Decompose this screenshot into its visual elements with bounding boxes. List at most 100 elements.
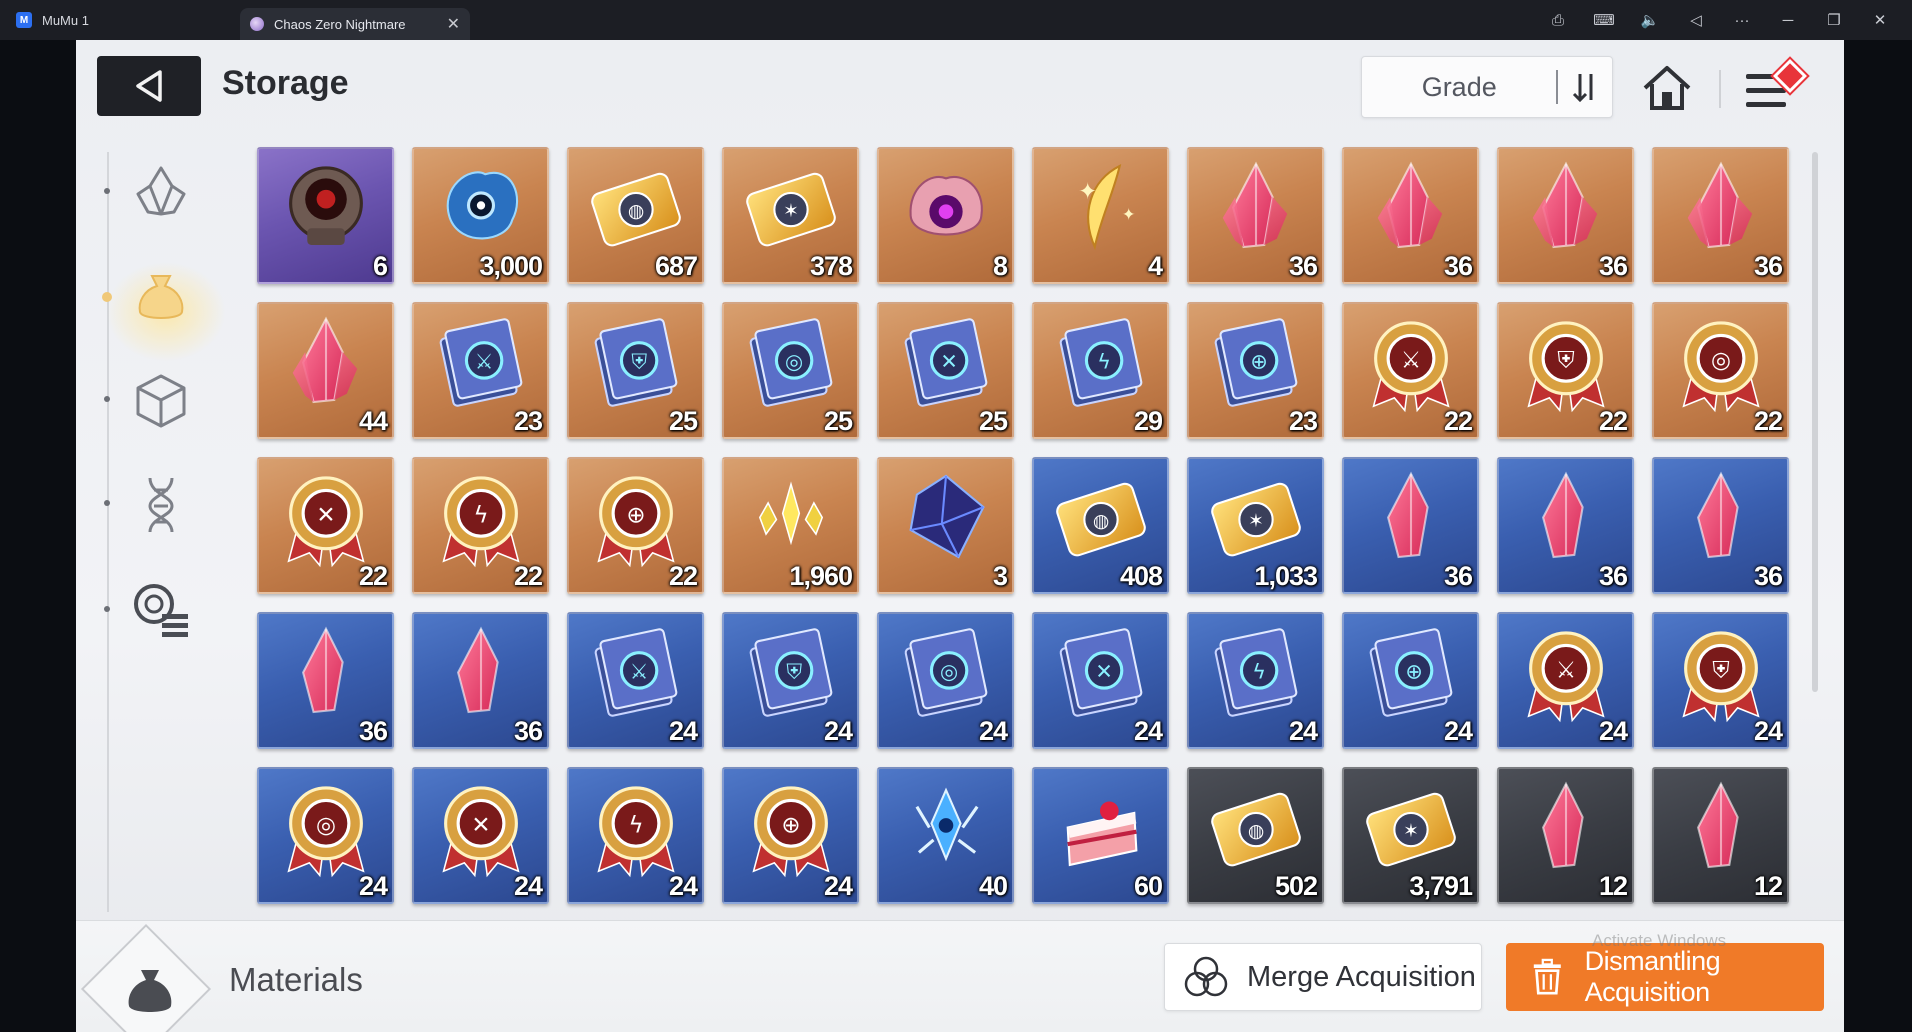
- item-slot[interactable]: ϟ 24: [1187, 612, 1324, 749]
- item-slot[interactable]: ⚔ 23: [412, 302, 549, 439]
- window-actions: ⎙ ⌨ 🔈 ◁ ··· ─ ❐ ✕: [1538, 4, 1912, 36]
- item-slot[interactable]: 60: [1032, 767, 1169, 904]
- item-slot[interactable]: 1,960: [722, 457, 859, 594]
- item-slot[interactable]: 44: [257, 302, 394, 439]
- item-slot[interactable]: 40: [877, 767, 1014, 904]
- keyboard-button[interactable]: ⌨: [1584, 4, 1624, 36]
- item-slot[interactable]: ⊕ 24: [1342, 612, 1479, 749]
- volume-mute-button[interactable]: 🔈: [1630, 4, 1670, 36]
- category-cubes[interactable]: [126, 366, 196, 436]
- item-quantity: 378: [809, 251, 853, 281]
- shield-book-icon: ⛨: [584, 311, 688, 420]
- orange-crystal-icon: [1359, 156, 1463, 265]
- sort-order-icon: [1573, 74, 1593, 102]
- item-slot[interactable]: 36: [1652, 147, 1789, 284]
- close-window-icon: ✕: [1873, 12, 1887, 29]
- home-icon: [1643, 66, 1691, 110]
- back-button[interactable]: [97, 56, 201, 116]
- item-slot[interactable]: ⚔ 22: [1342, 302, 1479, 439]
- sort-grade-button[interactable]: Grade: [1362, 72, 1556, 103]
- search-list-category-icon: [134, 584, 188, 637]
- category-records[interactable]: [126, 574, 196, 644]
- item-slot[interactable]: ⛨ 24: [722, 612, 859, 749]
- item-slot[interactable]: ◎ 24: [257, 767, 394, 904]
- item-slot[interactable]: 36: [257, 612, 394, 749]
- item-slot[interactable]: 36: [1497, 457, 1634, 594]
- item-slot[interactable]: 8: [877, 147, 1014, 284]
- item-slot[interactable]: 36: [412, 612, 549, 749]
- item-slot[interactable]: ⊕ 24: [722, 767, 859, 904]
- back-nav-button[interactable]: ◁: [1676, 4, 1716, 36]
- category-crystals[interactable]: [126, 156, 196, 226]
- item-slot[interactable]: 3,000: [412, 147, 549, 284]
- item-slot[interactable]: ⛨ 25: [567, 302, 704, 439]
- grid-scrollbar[interactable]: [1812, 152, 1818, 692]
- svg-text:◎: ◎: [785, 350, 803, 374]
- main-menu-button[interactable]: [1740, 59, 1807, 118]
- item-quantity: 40: [978, 871, 1008, 901]
- item-slot[interactable]: ϟ 29: [1032, 302, 1169, 439]
- minimize-button[interactable]: ─: [1768, 4, 1808, 36]
- item-slot[interactable]: ⚔ 24: [1497, 612, 1634, 749]
- item-slot[interactable]: ✦ ✦ 4: [1032, 147, 1169, 284]
- game-tab[interactable]: Chaos Zero Nightmare ✕: [240, 8, 470, 40]
- blue-crystal-icon: [274, 311, 378, 420]
- lightning-medal-icon: ϟ: [429, 466, 533, 575]
- home-button[interactable]: [1639, 62, 1695, 114]
- record-icon: ⎙: [1551, 11, 1564, 29]
- item-slot[interactable]: 3: [877, 457, 1014, 594]
- svg-text:⚔: ⚔: [474, 350, 493, 374]
- item-slot[interactable]: ◍ 687: [567, 147, 704, 284]
- record-button[interactable]: ⎙: [1538, 4, 1578, 36]
- item-slot[interactable]: 36: [1187, 147, 1324, 284]
- item-slot[interactable]: 6: [257, 147, 394, 284]
- materials-bag-icon: [120, 961, 180, 1021]
- item-slot[interactable]: ⚔ 24: [567, 612, 704, 749]
- svg-text:✕: ✕: [471, 813, 490, 839]
- svg-text:ϟ: ϟ: [628, 813, 643, 839]
- item-slot[interactable]: ⛨ 22: [1497, 302, 1634, 439]
- svg-text:✶: ✶: [1403, 821, 1419, 842]
- item-quantity: 36: [1443, 251, 1473, 281]
- item-slot[interactable]: ✕ 25: [877, 302, 1014, 439]
- item-slot[interactable]: ◍ 502: [1187, 767, 1324, 904]
- item-slot[interactable]: ◎ 24: [877, 612, 1014, 749]
- merge-acquisition-button[interactable]: Merge Acquisition: [1164, 943, 1482, 1011]
- dismantling-acquisition-button[interactable]: Dismantling Acquisition: [1506, 943, 1824, 1011]
- category-genes[interactable]: [126, 470, 196, 540]
- item-slot[interactable]: ◎ 25: [722, 302, 859, 439]
- tab-close-icon[interactable]: ✕: [447, 14, 460, 34]
- gold-shards-icon: [739, 466, 843, 575]
- item-slot[interactable]: ϟ 24: [567, 767, 704, 904]
- item-slot[interactable]: 36: [1342, 457, 1479, 594]
- item-slot[interactable]: ϟ 22: [412, 457, 549, 594]
- item-slot[interactable]: ✕ 22: [257, 457, 394, 594]
- item-slot[interactable]: ✶ 1,033: [1187, 457, 1324, 594]
- item-slot[interactable]: ◎ 22: [1652, 302, 1789, 439]
- gold-star-ticket-icon: ✶: [739, 156, 843, 265]
- close-window-button[interactable]: ✕: [1860, 4, 1900, 36]
- item-slot[interactable]: ⊕ 22: [567, 457, 704, 594]
- item-slot[interactable]: ⛨ 24: [1652, 612, 1789, 749]
- item-slot[interactable]: 36: [1497, 147, 1634, 284]
- item-slot[interactable]: 12: [1652, 767, 1789, 904]
- game-viewport: Storage Grade 6 3,000 ◍ 687 ✶ 378 8 ✦ ✦ …: [76, 40, 1844, 1032]
- more-button[interactable]: ···: [1722, 4, 1762, 36]
- restore-button[interactable]: ❐: [1814, 4, 1854, 36]
- item-slot[interactable]: 36: [1652, 457, 1789, 594]
- item-slot[interactable]: ✕ 24: [412, 767, 549, 904]
- pink-brain-eye-icon: [894, 156, 998, 265]
- svg-text:⊕: ⊕: [1250, 350, 1267, 374]
- item-slot[interactable]: ✕ 24: [1032, 612, 1169, 749]
- item-slot[interactable]: ✶ 3,791: [1342, 767, 1479, 904]
- item-slot[interactable]: 36: [1342, 147, 1479, 284]
- item-slot[interactable]: 12: [1497, 767, 1634, 904]
- item-slot[interactable]: ✶ 378: [722, 147, 859, 284]
- activation-watermark: Activate Windows: [1592, 931, 1727, 950]
- item-slot[interactable]: ⊕ 23: [1187, 302, 1324, 439]
- sort-direction-button[interactable]: [1558, 57, 1612, 117]
- orange-shard-icon: [1514, 466, 1618, 575]
- app-tab[interactable]: M MuMu 1: [0, 0, 240, 40]
- category-materials[interactable]: [126, 262, 196, 332]
- item-slot[interactable]: ◍ 408: [1032, 457, 1169, 594]
